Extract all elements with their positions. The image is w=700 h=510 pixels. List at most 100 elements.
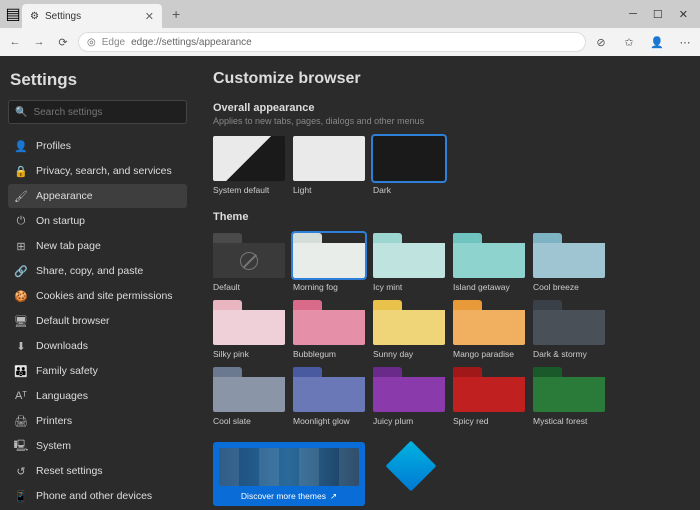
- theme-label-text: Dark & stormy: [533, 349, 605, 359]
- theme-label-text: Icy mint: [373, 282, 445, 292]
- sidebar-item-label: Cookies and site permissions: [36, 290, 173, 302]
- brush-icon: 🖌: [14, 189, 28, 203]
- theme-option-juicyplum[interactable]: [373, 367, 445, 412]
- address-bar: ← → ⟳ ◎ Edge edge://settings/appearance …: [0, 28, 700, 56]
- download-icon: ⬇: [14, 339, 28, 353]
- new-tab-button[interactable]: +: [166, 4, 186, 24]
- profile-avatar[interactable]: 👤: [648, 33, 666, 51]
- theme-label-text: Default: [213, 282, 285, 292]
- browser-tab[interactable]: ⚙ Settings ✕: [22, 4, 162, 28]
- close-tab-icon[interactable]: ✕: [145, 10, 154, 23]
- sidebar-item-cookie[interactable]: 🍪Cookies and site permissions: [8, 284, 187, 308]
- sidebar-item-lock[interactable]: 🔒Privacy, search, and services: [8, 159, 187, 183]
- theme-label-text: Cool breeze: [533, 282, 605, 292]
- overall-sub: Applies to new tabs, pages, dialogs and …: [213, 116, 682, 126]
- theme-option-island[interactable]: [453, 233, 525, 278]
- sidebar-item-label: Family safety: [36, 365, 98, 377]
- power-icon: ⏻: [14, 214, 28, 228]
- edge-icon: ◎: [87, 37, 96, 48]
- theme-option-default[interactable]: [213, 233, 285, 278]
- theme-label-text: Silky pink: [213, 349, 285, 359]
- back-button[interactable]: ←: [6, 33, 24, 51]
- forward-button[interactable]: →: [30, 33, 48, 51]
- theme-option-bubblegum[interactable]: [293, 300, 365, 345]
- theme-option-mango[interactable]: [453, 300, 525, 345]
- theme-label-text: Sunny day: [373, 349, 445, 359]
- theme-option-spicyred[interactable]: [453, 367, 525, 412]
- discover-themes-button[interactable]: Discover more themes ↗: [213, 442, 365, 506]
- lang-icon: Aᵀ: [14, 389, 28, 403]
- sidebar-item-lang[interactable]: Aᵀ Languages: [8, 384, 187, 408]
- tracking-icon[interactable]: ⊘: [592, 33, 610, 51]
- sidebar-item-label: Printers: [36, 415, 72, 427]
- theme-label-text: Island getaway: [453, 282, 525, 292]
- theme-option-sunnyday[interactable]: [373, 300, 445, 345]
- theme-option-coolbreeze[interactable]: [533, 233, 605, 278]
- theme-option-moonlight[interactable]: [293, 367, 365, 412]
- sidebar-item-label: Share, copy, and paste: [36, 265, 143, 277]
- sidebar-item-label: Privacy, search, and services: [36, 165, 172, 177]
- theme-option-mystical[interactable]: [533, 367, 605, 412]
- theme-option-morningfog[interactable]: [293, 233, 365, 278]
- sidebar-item-profile[interactable]: 👤 Profiles: [8, 134, 187, 158]
- tablist-icon[interactable]: ▤: [4, 5, 22, 23]
- appearance-label: System default: [213, 185, 285, 195]
- discover-thumbnails: [219, 448, 359, 486]
- system-icon: 🖳: [14, 439, 28, 453]
- sidebar-item-label: Default browser: [36, 315, 110, 327]
- theme-option-silkypink[interactable]: [213, 300, 285, 345]
- theme-label-text: Spicy red: [453, 416, 525, 426]
- theme-option-icymint[interactable]: [373, 233, 445, 278]
- theme-label-text: Cool slate: [213, 416, 285, 426]
- sidebar-item-system[interactable]: 🖳System: [8, 434, 187, 458]
- maximize-button[interactable]: ☐: [653, 8, 663, 21]
- share-icon: 🔗: [14, 264, 28, 278]
- titlebar: ▤ ⚙ Settings ✕ + ─ ☐ ✕: [0, 0, 700, 28]
- appearance-option-dark[interactable]: [373, 136, 445, 181]
- refresh-button[interactable]: ⟳: [54, 33, 72, 51]
- theme-label-text: Bubblegum: [293, 349, 365, 359]
- sidebar-item-label: Downloads: [36, 340, 88, 352]
- theme-label-text: Morning fog: [293, 282, 365, 292]
- menu-button[interactable]: ⋯: [676, 33, 694, 51]
- sidebar-item-download[interactable]: ⬇ Downloads: [8, 334, 187, 358]
- url-input[interactable]: ◎ Edge edge://settings/appearance: [78, 32, 586, 52]
- appearance-option-default[interactable]: [213, 136, 285, 181]
- theme-label-text: Mango paradise: [453, 349, 525, 359]
- settings-main: Customize browser Overall appearance App…: [195, 56, 700, 510]
- sidebar-item-label: Profiles: [36, 140, 71, 152]
- discover-label: Discover more themes: [241, 491, 326, 502]
- sidebar-item-label: Appearance: [36, 190, 93, 202]
- gear-icon: ⚙: [30, 11, 39, 22]
- phone-icon: 📱: [14, 489, 28, 503]
- edge-logo-icon: [393, 448, 429, 484]
- theme-option-coolslate[interactable]: [213, 367, 285, 412]
- sidebar-item-brush[interactable]: 🖌 Appearance: [8, 184, 187, 208]
- theme-option-darkstormy[interactable]: [533, 300, 605, 345]
- sidebar-item-newtab[interactable]: ⊞New tab page: [8, 234, 187, 258]
- sidebar-item-share[interactable]: 🔗 Share, copy, and paste: [8, 259, 187, 283]
- theme-label-text: Juicy plum: [373, 416, 445, 426]
- favorites-icon[interactable]: ✩: [620, 33, 638, 51]
- sidebar-item-family[interactable]: 👪 Family safety: [8, 359, 187, 383]
- sidebar-item-label: Phone and other devices: [36, 490, 152, 502]
- appearance-option-light[interactable]: [293, 136, 365, 181]
- sidebar-item-reset[interactable]: ↺Reset settings: [8, 459, 187, 483]
- family-icon: 👪: [14, 364, 28, 378]
- engine-label: Edge: [102, 37, 125, 48]
- minimize-button[interactable]: ─: [629, 8, 637, 21]
- search-icon: 🔍: [15, 107, 27, 118]
- sidebar-item-power[interactable]: ⏻ On startup: [8, 209, 187, 233]
- sidebar-item-browser[interactable]: 🖥 Default browser: [8, 309, 187, 333]
- search-input[interactable]: [33, 107, 180, 118]
- sidebar-item-label: Languages: [36, 390, 88, 402]
- overall-label: Overall appearance: [213, 102, 682, 114]
- sidebar-item-printer[interactable]: 🖨Printers: [8, 409, 187, 433]
- external-link-icon: ↗: [330, 491, 337, 502]
- browser-icon: 🖥: [14, 314, 28, 328]
- sidebar-item-label: On startup: [36, 215, 85, 227]
- profile-icon: 👤: [14, 139, 28, 153]
- close-window-button[interactable]: ✕: [679, 8, 688, 21]
- search-settings[interactable]: 🔍: [8, 100, 187, 124]
- sidebar-item-phone[interactable]: 📱 Phone and other devices: [8, 484, 187, 508]
